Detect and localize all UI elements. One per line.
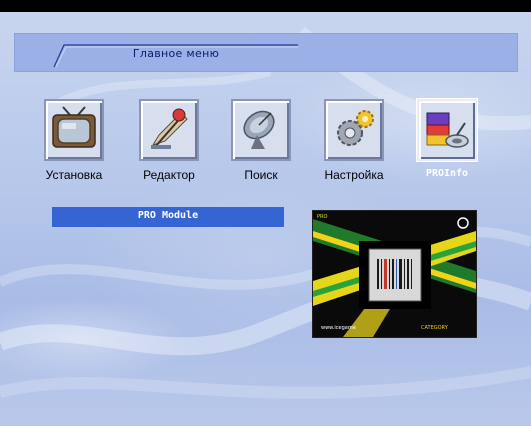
menu-item-label: Установка — [45, 168, 103, 182]
menu-item-editor[interactable] — [139, 99, 199, 165]
menu-item-label: Редактор — [143, 168, 195, 182]
module-label: PRO Module — [137, 210, 199, 221]
main-menu-screen: Главное меню Установка Редактор Поиск На… — [0, 0, 531, 426]
preview-bottom-left-text: www.icegame — [321, 325, 356, 331]
menu-item-install[interactable] — [44, 99, 104, 165]
menu-item-settings[interactable] — [324, 99, 384, 165]
menu-item-label: Настройка — [324, 168, 384, 182]
page-title: Главное меню — [132, 47, 220, 60]
preview-top-left-text: PRO — [317, 214, 328, 220]
editor-pen-icon — [151, 108, 188, 149]
satellite-dish-icon — [243, 110, 275, 149]
tv-icon — [52, 106, 96, 148]
menu-item-proinfo[interactable] — [417, 99, 477, 165]
preview-graphic — [313, 211, 476, 337]
menu-item-label: Поиск — [244, 168, 278, 182]
preview-window: PRO www.icegame CATEGORY — [312, 210, 477, 338]
preview-bottom-right-text: CATEGORY — [421, 325, 448, 331]
gears-icon — [337, 110, 374, 146]
pro-info-icon — [426, 112, 469, 148]
menu-item-search[interactable] — [231, 99, 291, 165]
top-border — [0, 0, 531, 12]
menu-item-label: PROInfo — [425, 168, 469, 179]
